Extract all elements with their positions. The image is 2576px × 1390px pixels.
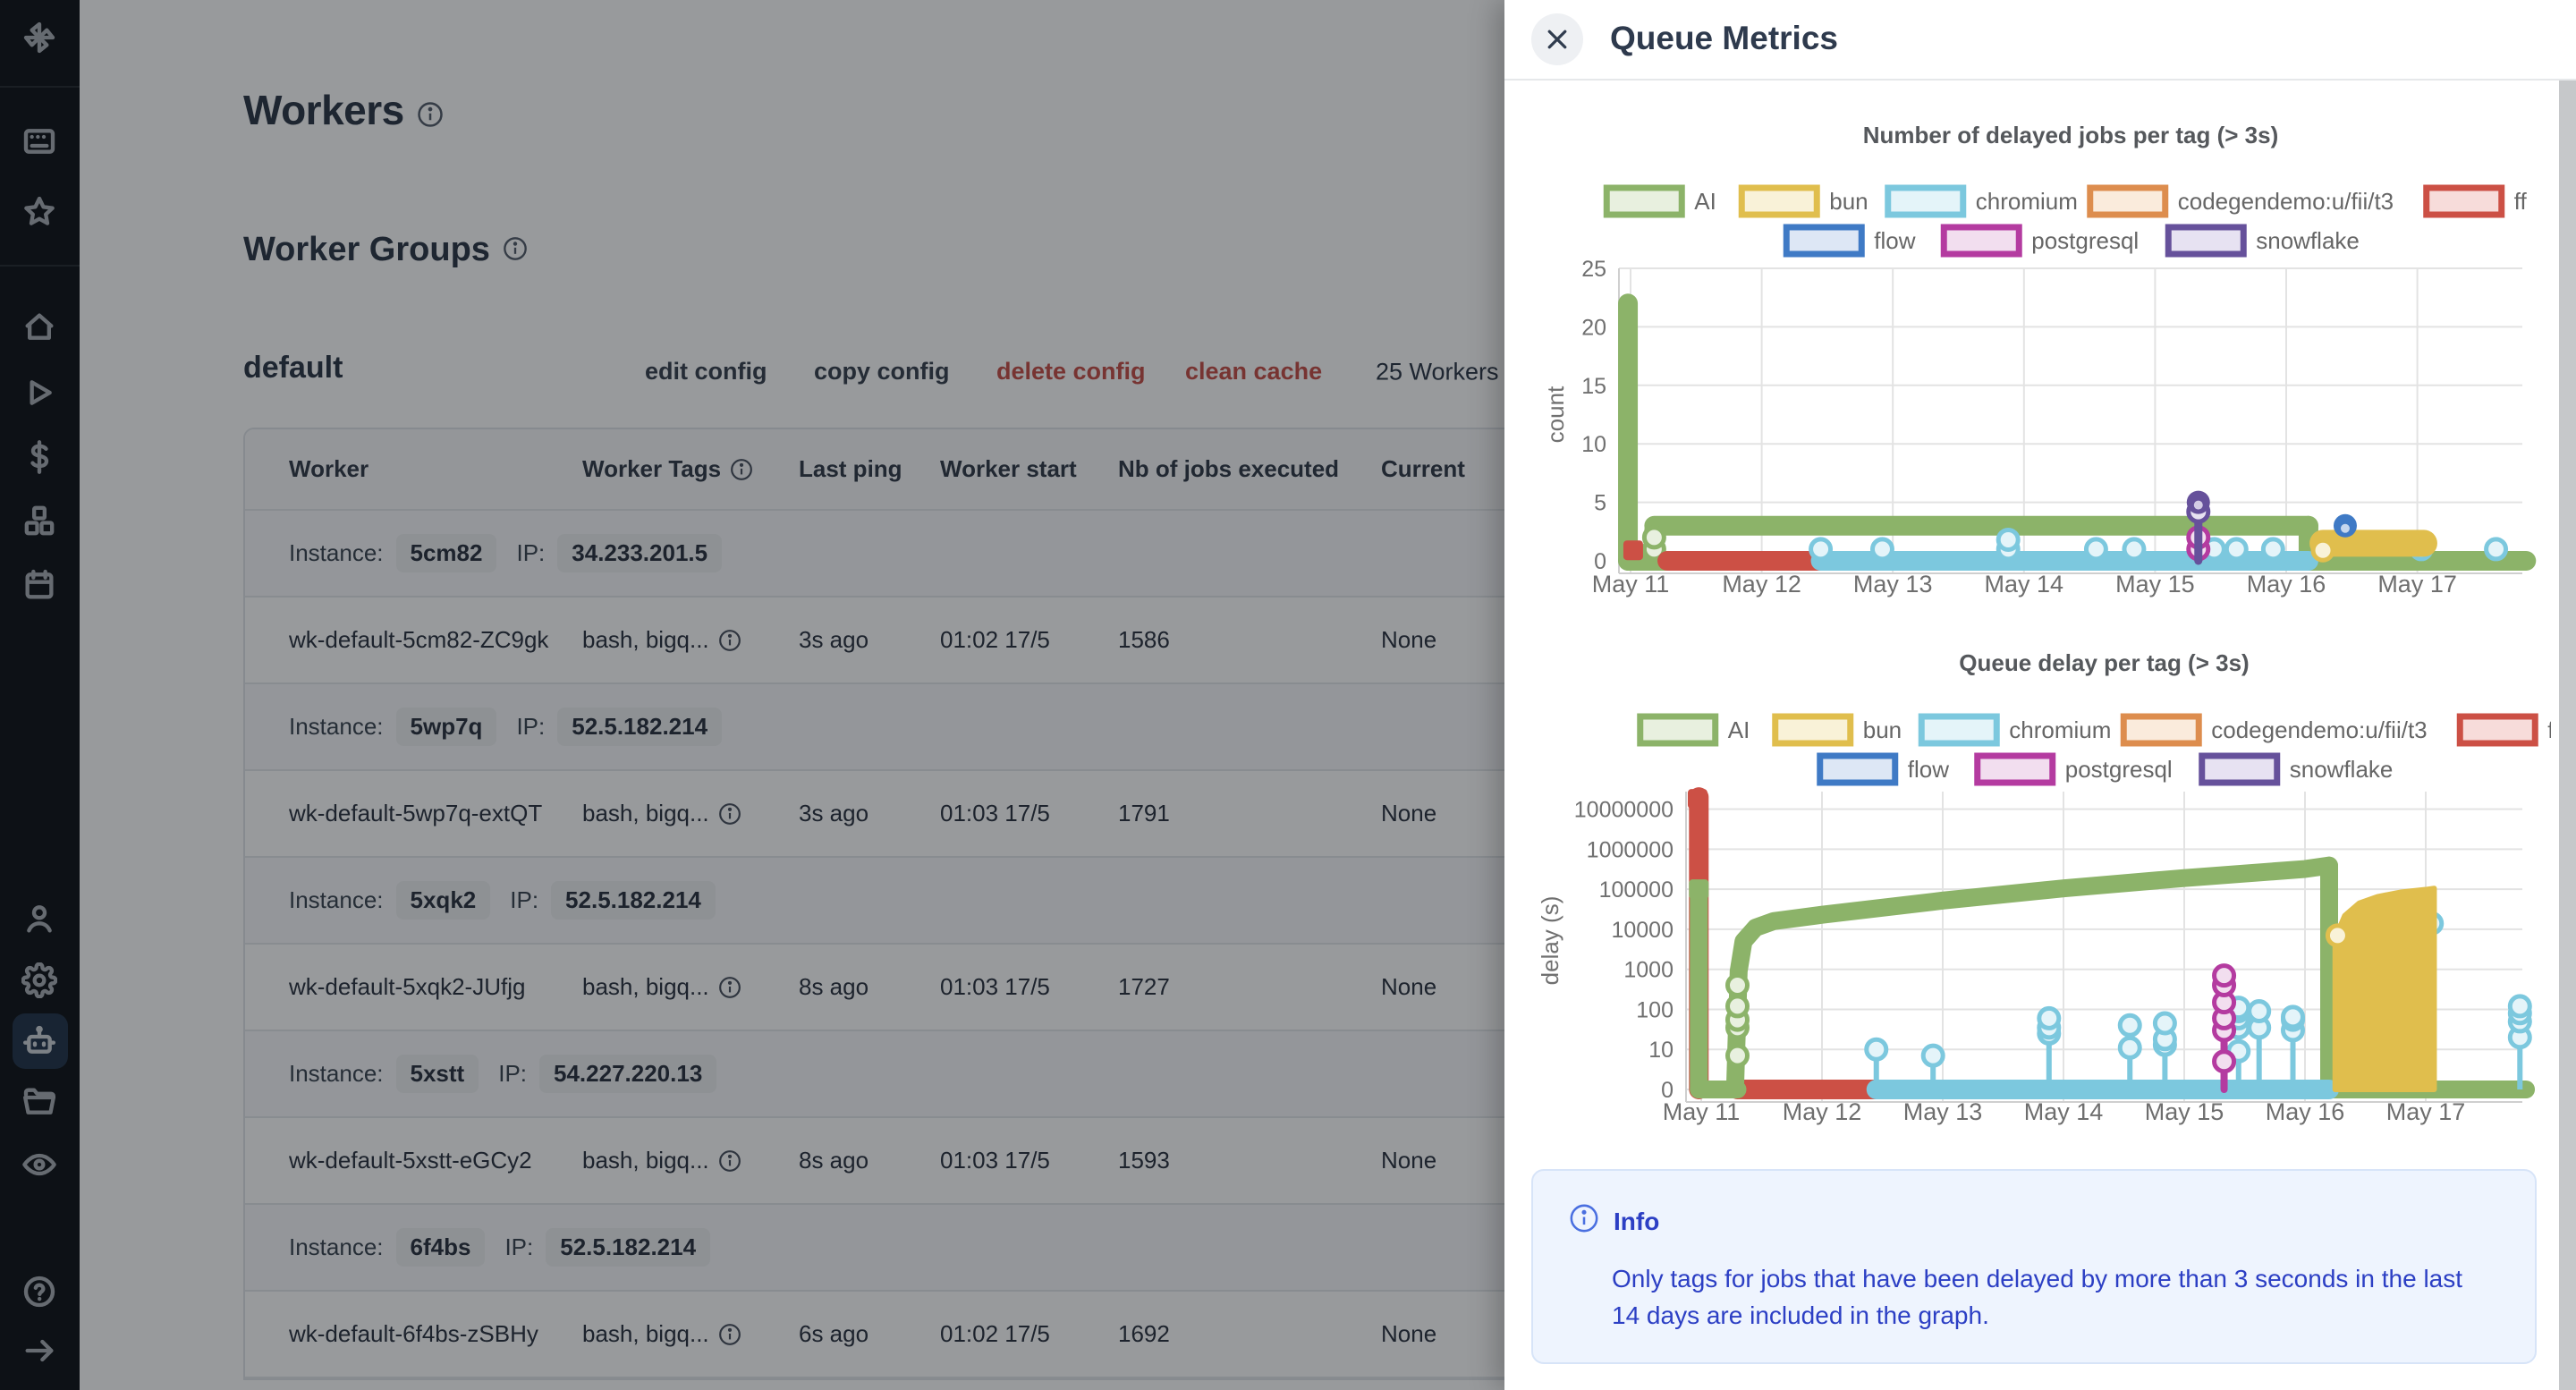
svg-text:codegendemo:u/fii/t3: codegendemo:u/fii/t3 <box>2178 188 2394 215</box>
svg-text:postgresql: postgresql <box>2031 227 2139 254</box>
svg-text:codegendemo:u/fii/t3: codegendemo:u/fii/t3 <box>2211 716 2427 743</box>
svg-text:10000: 10000 <box>1611 918 1674 943</box>
x-icon <box>1544 26 1571 53</box>
svg-text:10: 10 <box>1581 432 1606 457</box>
modal-dim-overlay[interactable] <box>0 0 1504 1390</box>
svg-text:count: count <box>1542 386 1569 443</box>
svg-text:postgresql: postgresql <box>2065 756 2173 783</box>
svg-text:flow: flow <box>1874 227 1915 254</box>
svg-text:ff: ff <box>2547 716 2551 743</box>
svg-text:ff: ff <box>2514 188 2528 215</box>
svg-text:1000000: 1000000 <box>1587 837 1674 862</box>
drawer-scrollbar[interactable] <box>2559 81 2576 1390</box>
svg-text:5: 5 <box>1594 491 1606 516</box>
svg-text:100: 100 <box>1636 997 1674 1022</box>
svg-text:AI: AI <box>1694 188 1716 215</box>
svg-text:10: 10 <box>1648 1038 1674 1063</box>
svg-text:100000: 100000 <box>1599 877 1674 903</box>
drawer-header: Queue Metrics <box>1504 0 2576 81</box>
svg-text:May 16: May 16 <box>2247 571 2326 598</box>
queue-delay-chart: 010100100010000100000100000010000000May … <box>1531 626 2551 1163</box>
svg-text:May 13: May 13 <box>1853 571 1933 598</box>
svg-text:bun: bun <box>1829 188 1868 215</box>
svg-text:May 14: May 14 <box>1985 571 2064 598</box>
svg-text:May 17: May 17 <box>2377 571 2457 598</box>
svg-text:May 11: May 11 <box>1592 571 1670 598</box>
svg-text:delay (s): delay (s) <box>1537 896 1563 986</box>
info-circle-icon <box>1569 1203 1599 1240</box>
info-box: Info Only tags for jobs that have been d… <box>1531 1169 2537 1364</box>
app-window: Workers Worker Groups default edit confi… <box>0 0 2576 1390</box>
close-drawer-button[interactable] <box>1531 13 1583 65</box>
svg-text:20: 20 <box>1581 315 1606 340</box>
info-box-text: Only tags for jobs that have been delaye… <box>1612 1261 2488 1334</box>
svg-text:chromium: chromium <box>1976 188 2078 215</box>
delayed-jobs-chart: 0510152025May 11May 12May 13May 14May 15… <box>1531 89 2551 626</box>
svg-text:flow: flow <box>1908 756 1949 783</box>
svg-text:chromium: chromium <box>2009 716 2111 743</box>
svg-text:Number of delayed jobs per tag: Number of delayed jobs per tag (> 3s) <box>1863 122 2279 148</box>
svg-text:snowflake: snowflake <box>2256 227 2360 254</box>
svg-text:15: 15 <box>1581 374 1606 399</box>
svg-text:May 15: May 15 <box>2115 571 2195 598</box>
svg-text:AI: AI <box>1728 716 1750 743</box>
svg-text:snowflake: snowflake <box>2290 756 2394 783</box>
svg-text:1000: 1000 <box>1623 958 1674 983</box>
svg-text:25: 25 <box>1581 257 1606 282</box>
svg-text:bun: bun <box>1863 716 1902 743</box>
svg-text:May 12: May 12 <box>1722 571 1801 598</box>
drawer-title: Queue Metrics <box>1610 20 1838 57</box>
queue-metrics-drawer: Queue Metrics 0510152025May 11May 12May … <box>1504 0 2576 1390</box>
info-box-title: Info <box>1614 1208 1659 1236</box>
svg-text:Queue delay per tag (> 3s): Queue delay per tag (> 3s) <box>1959 649 2249 676</box>
svg-text:10000000: 10000000 <box>1574 798 1674 823</box>
